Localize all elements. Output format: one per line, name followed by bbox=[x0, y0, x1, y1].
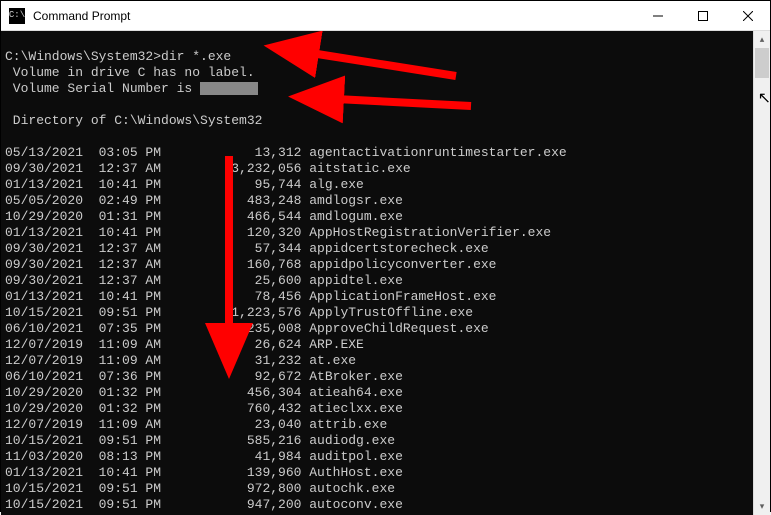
scroll-up-button[interactable]: ▴ bbox=[754, 31, 770, 48]
serial-censored bbox=[200, 82, 258, 95]
maximize-icon bbox=[698, 11, 708, 21]
close-button[interactable] bbox=[725, 1, 770, 30]
maximize-button[interactable] bbox=[680, 1, 725, 30]
vertical-scrollbar[interactable]: ▴ ▾ bbox=[753, 31, 770, 515]
command-prompt-window: C:\ Command Prompt C:\Windows\System32>d… bbox=[0, 0, 771, 512]
minimize-icon bbox=[653, 11, 663, 21]
scrollbar-thumb[interactable] bbox=[755, 48, 769, 78]
minimize-button[interactable] bbox=[635, 1, 680, 30]
window-title: Command Prompt bbox=[33, 9, 635, 23]
scroll-down-button[interactable]: ▾ bbox=[754, 498, 770, 515]
app-icon-text: C:\ bbox=[9, 11, 25, 20]
close-icon bbox=[743, 11, 753, 21]
titlebar[interactable]: C:\ Command Prompt bbox=[1, 1, 770, 31]
window-controls bbox=[635, 1, 770, 30]
terminal-container: C:\Windows\System32>dir *.exe Volume in … bbox=[1, 31, 770, 515]
terminal-output[interactable]: C:\Windows\System32>dir *.exe Volume in … bbox=[1, 31, 770, 515]
app-icon: C:\ bbox=[9, 8, 25, 24]
